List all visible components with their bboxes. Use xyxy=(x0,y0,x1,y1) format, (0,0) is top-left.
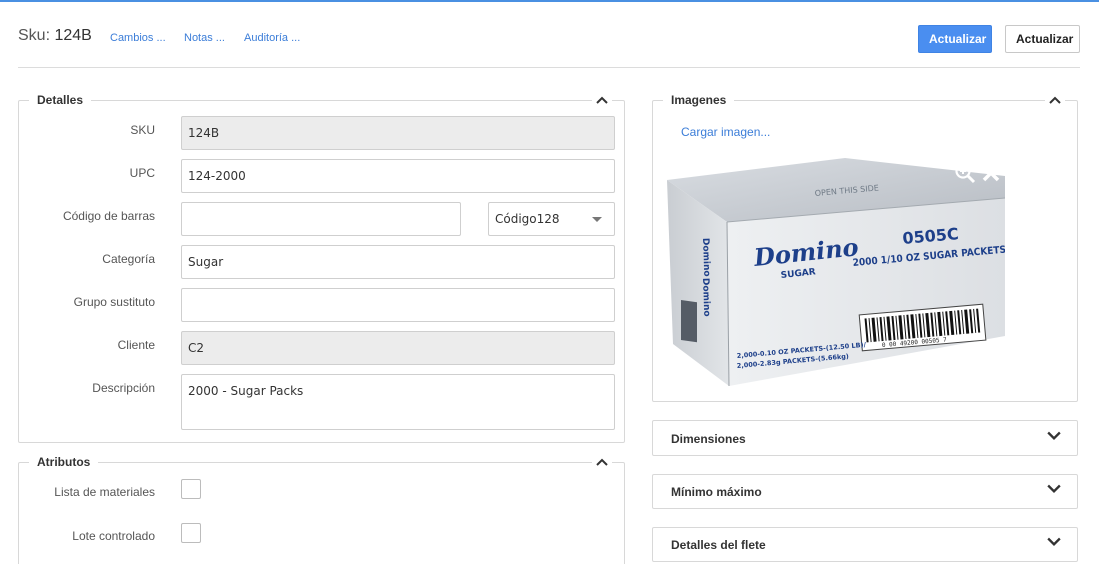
audit-link[interactable]: Auditoría ... xyxy=(244,32,300,44)
details-panel: Detalles SKU 124B UPC 124-2000 Código de… xyxy=(18,93,625,443)
description-label: Descripción xyxy=(92,381,155,395)
details-title: Detalles xyxy=(29,93,92,108)
description-field[interactable]: 2000 - Sugar Packs xyxy=(181,374,615,430)
collapse-images-button[interactable] xyxy=(1045,93,1065,107)
attributes-panel: Atributos Lista de materiales Lote contr… xyxy=(18,455,625,564)
sku-field[interactable]: 124B xyxy=(181,116,615,150)
top-accent-bar xyxy=(0,0,1099,2)
images-title: Imagenes xyxy=(663,93,735,108)
sku-value: 124B xyxy=(54,27,92,44)
update-primary-button[interactable]: Actualizar xyxy=(918,25,992,53)
upload-image-link[interactable]: Cargar imagen... xyxy=(681,125,770,139)
dropdown-arrow-icon xyxy=(592,217,602,222)
attributes-title: Atributos xyxy=(29,455,99,470)
collapse-attributes-button[interactable] xyxy=(592,455,612,469)
side-logo-text-2: Domino xyxy=(700,278,711,317)
chevron-up-icon xyxy=(596,96,608,104)
sku-prefix: Sku: xyxy=(18,27,51,44)
substitute-group-field[interactable] xyxy=(181,288,615,322)
sku-label: SKU xyxy=(130,123,155,137)
chevron-up-icon xyxy=(1049,96,1061,104)
lot-controlled-label: Lote controlado xyxy=(72,529,155,543)
header-divider xyxy=(18,67,1080,68)
collapse-details-button[interactable] xyxy=(592,93,612,107)
lot-controlled-checkbox[interactable] xyxy=(181,523,201,543)
freight-details-section[interactable]: Detalles del flete xyxy=(652,527,1078,562)
substitute-group-label: Grupo sustituto xyxy=(73,295,155,309)
barcode-field[interactable] xyxy=(181,202,461,236)
images-panel: Imagenes Cargar imagen... Domino Domino … xyxy=(652,93,1078,402)
min-max-title: Mínimo máximo xyxy=(671,485,762,499)
side-logo-text: Domino xyxy=(700,238,711,277)
product-image: Domino Domino OPEN THIS SIDE Domino SUGA… xyxy=(667,158,1005,388)
dimensions-section[interactable]: Dimensiones xyxy=(652,420,1078,456)
upc-label: UPC xyxy=(129,166,155,180)
chevron-down-icon[interactable] xyxy=(1047,484,1061,494)
bill-of-materials-label: Lista de materiales xyxy=(54,485,155,499)
freight-details-title: Detalles del flete xyxy=(671,538,766,552)
changes-link[interactable]: Cambios ... xyxy=(110,32,166,44)
category-label: Categoría xyxy=(102,252,155,266)
chevron-up-icon xyxy=(596,458,608,466)
page-header: Sku: 124B Cambios ... Notas ... Auditorí… xyxy=(18,24,1080,54)
category-field[interactable]: Sugar xyxy=(181,245,615,279)
dimensions-title: Dimensiones xyxy=(671,432,746,446)
client-label: Cliente xyxy=(117,338,155,352)
zoom-in-icon[interactable] xyxy=(954,162,976,184)
close-icon[interactable] xyxy=(980,162,1002,184)
upc-field[interactable]: 124-2000 xyxy=(181,159,615,193)
bill-of-materials-checkbox[interactable] xyxy=(181,479,201,499)
sugar-box-photo: Domino Domino OPEN THIS SIDE Domino SUGA… xyxy=(667,158,1005,387)
page-title: Sku: 124B xyxy=(18,27,92,45)
barcode-type-value: Código128 xyxy=(495,212,560,226)
chevron-down-icon[interactable] xyxy=(1047,537,1061,547)
client-field[interactable]: C2 xyxy=(181,331,615,365)
min-max-section[interactable]: Mínimo máximo xyxy=(652,474,1078,509)
chevron-down-icon[interactable] xyxy=(1047,431,1061,441)
barcode-type-select[interactable]: Código128 xyxy=(488,202,615,236)
update-secondary-button[interactable]: Actualizar xyxy=(1005,25,1080,53)
notes-link[interactable]: Notas ... xyxy=(184,32,225,44)
barcode-label: Código de barras xyxy=(62,209,155,223)
